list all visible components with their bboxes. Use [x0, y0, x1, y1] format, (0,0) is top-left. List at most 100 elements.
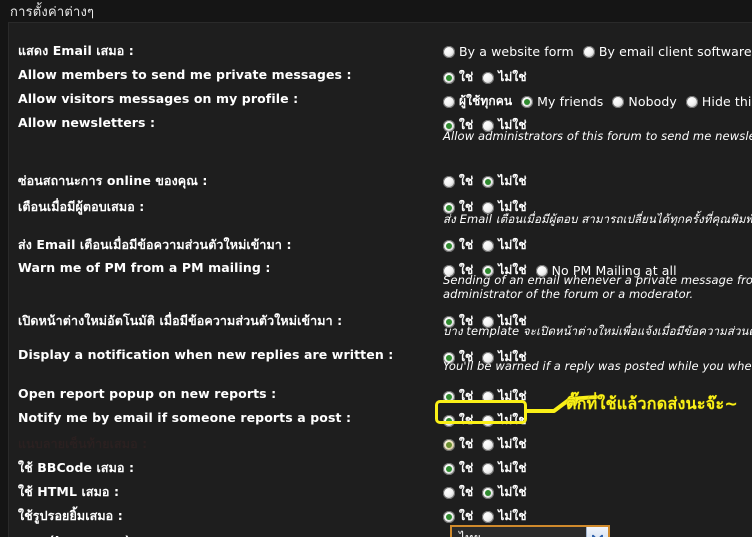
option-hide-online-status-0[interactable]: ใช่	[443, 172, 473, 191]
row-label-language: ภาษา(Language) :	[18, 531, 140, 537]
option-hide-online-status-1[interactable]: ไม่ใช่	[482, 172, 526, 191]
radio-button[interactable]	[612, 95, 625, 108]
row-label-notify-on-reply: เตือนเมื่อมีผู้ตอบเสมอ :	[18, 199, 145, 214]
option-allow-visitor-messages-3[interactable]: Hide this	[685, 94, 752, 109]
row-label-allow-newsletters: Allow newsletters :	[18, 115, 156, 130]
option-label: ไม่ใช่	[498, 437, 527, 451]
radio-button[interactable]	[482, 438, 495, 451]
radio-button[interactable]	[443, 95, 455, 108]
option-email-on-new-pm-0[interactable]: ใช่	[443, 236, 473, 255]
option-notify-report-email-1[interactable]: ไม่ใช่	[482, 411, 526, 430]
option-label: ใช่	[459, 485, 474, 499]
row-hint-allow-newsletters: Allow administrators of this forum to se…	[443, 129, 752, 143]
row-label-notify-new-replies: Display a notification when new replies …	[18, 347, 394, 362]
row-hint-notify-on-reply: ส่ง Email เตือนเมื่อมีผู้ตอบ สามารถเปลี่…	[443, 212, 752, 226]
row-options-notify-report-email: ใช่ ไม่ใช่	[443, 410, 527, 430]
row-options-hide-online-status: ใช่ ไม่ใช่	[443, 171, 527, 191]
row-options-always-bbcode: ใช่ ไม่ใช่	[443, 458, 527, 478]
option-open-report-popup-1[interactable]: ไม่ใช่	[482, 387, 526, 406]
row-label-email-on-new-pm: ส่ง Email เตือนเมื่อมีข้อความส่วนตัวใหม่…	[18, 237, 292, 252]
option-allow-visitor-messages-2[interactable]: Nobody	[612, 94, 677, 109]
option-attach-signature-0[interactable]: ใช่	[443, 435, 473, 454]
row-label-popup-on-new-pm: เปิดหน้าต่างใหม่อัตโนมัติ เมื่อมีข้อความ…	[18, 313, 343, 328]
radio-button[interactable]	[443, 462, 455, 475]
row-options-open-report-popup: ใช่ ไม่ใช่	[443, 386, 527, 406]
chevron-down-icon[interactable]	[586, 527, 608, 537]
option-show-email-0[interactable]: By a website form	[443, 44, 574, 59]
row-label-open-report-popup: Open report popup on new reports :	[18, 386, 277, 401]
option-attach-signature-1[interactable]: ไม่ใช่	[482, 435, 526, 454]
radio-button[interactable]	[482, 462, 495, 475]
row-options-allow-private-messages: ใช่ ไม่ใช่	[443, 67, 527, 87]
radio-button[interactable]	[482, 486, 495, 499]
option-label: ใช่	[459, 437, 474, 451]
radio-button[interactable]	[482, 239, 495, 252]
radio-button[interactable]	[443, 239, 455, 252]
language-select[interactable]: ไทย	[450, 525, 610, 537]
radio-button[interactable]	[443, 486, 455, 499]
row-label-warn-pm-mailing: Warn me of PM from a PM mailing :	[18, 260, 271, 275]
row-hint-popup-on-new-pm: บาง template จะเปิดหน้าต่างใหม่เพื่อแจ้ง…	[443, 324, 752, 338]
option-label: ใช่	[459, 174, 474, 188]
option-always-bbcode-0[interactable]: ใช่	[443, 459, 473, 478]
radio-button[interactable]	[685, 95, 698, 108]
option-label: ใช่	[459, 509, 474, 523]
option-notify-report-email-0[interactable]: ใช่	[443, 411, 473, 430]
row-options-always-smilies: ใช่ ไม่ใช่	[443, 506, 527, 526]
option-label: ใช่	[459, 461, 474, 475]
option-allow-visitor-messages-0[interactable]: ผู้ใช้ทุกคน	[443, 92, 512, 111]
option-label: ใช่	[459, 389, 474, 403]
option-allow-private-messages-1[interactable]: ไม่ใช่	[482, 68, 526, 87]
row-hint-warn-pm-mailing: Sending of an email whenever a private m…	[443, 273, 752, 301]
radio-button[interactable]	[443, 510, 455, 523]
option-email-on-new-pm-1[interactable]: ไม่ใช่	[482, 236, 526, 255]
radio-button[interactable]	[482, 510, 495, 523]
page-title: การตั้งค่าต่างๆ	[10, 4, 95, 20]
radio-button[interactable]	[482, 175, 495, 188]
option-always-bbcode-1[interactable]: ไม่ใช่	[482, 459, 526, 478]
row-options-allow-visitor-messages: ผู้ใช้ทุกคน My friends Nobody Hide this	[443, 91, 752, 111]
row-label-allow-visitor-messages: Allow visitors messages on my profile :	[18, 91, 299, 106]
radio-button[interactable]	[443, 71, 455, 84]
row-options-email-on-new-pm: ใช่ ไม่ใช่	[443, 235, 527, 255]
language-select-value: ไทย	[459, 528, 586, 537]
row-hint-notify-new-replies: You'll be warned if a reply was posted w…	[443, 359, 752, 373]
row-label-attach-signature: แนบลายเซ็นท้ายเสมอ :	[18, 436, 148, 451]
page-header: การตั้งค่าต่างๆ	[0, 0, 752, 22]
option-open-report-popup-0[interactable]: ใช่	[443, 387, 473, 406]
option-label: ไม่ใช่	[498, 509, 527, 523]
row-label-always-bbcode: ใช้ BBCode เสมอ :	[18, 460, 135, 475]
settings-form-panel: แสดง Email เสมอ : By a website form By ema…	[8, 22, 752, 537]
radio-button[interactable]	[443, 175, 455, 188]
radio-button[interactable]	[443, 45, 455, 58]
option-always-html-0[interactable]: ใช่	[443, 483, 473, 502]
option-always-smilies-1[interactable]: ไม่ใช่	[482, 507, 526, 526]
option-label: ไม่ใช่	[498, 389, 527, 403]
option-allow-visitor-messages-1[interactable]: My friends	[521, 94, 603, 109]
radio-button[interactable]	[482, 71, 495, 84]
option-label: ไม่ใช่	[498, 461, 527, 475]
option-allow-private-messages-0[interactable]: ใช่	[443, 68, 473, 87]
settings-rows: แสดง Email เสมอ : By a website form By ema…	[9, 23, 752, 537]
option-label: Hide this	[701, 94, 752, 109]
option-label: My friends	[537, 94, 604, 109]
radio-button[interactable]	[482, 414, 495, 427]
option-show-email-1[interactable]: By email client software	[582, 44, 752, 59]
radio-button[interactable]	[482, 390, 495, 403]
option-label: ไม่ใช่	[498, 413, 527, 427]
option-label: ไม่ใช่	[498, 174, 527, 188]
option-label: By email client software	[598, 44, 752, 59]
row-options-attach-signature: ใช่ ไม่ใช่	[443, 434, 527, 454]
radio-button[interactable]	[521, 95, 534, 108]
option-always-smilies-0[interactable]: ใช่	[443, 507, 473, 526]
option-label: ใช่	[459, 70, 474, 84]
radio-button[interactable]	[443, 390, 455, 403]
option-always-html-1[interactable]: ไม่ใช่	[482, 483, 526, 502]
row-label-always-html: ใช้ HTML เสมอ :	[18, 484, 120, 499]
radio-button[interactable]	[582, 45, 595, 58]
row-options-show-email: By a website form By email client softwar…	[443, 41, 752, 61]
row-label-hide-online-status: ซ่อนสถานะการ online ของคุณ :	[18, 173, 208, 188]
radio-button[interactable]	[443, 414, 455, 427]
option-label: ไม่ใช่	[498, 70, 527, 84]
radio-button[interactable]	[443, 438, 455, 451]
